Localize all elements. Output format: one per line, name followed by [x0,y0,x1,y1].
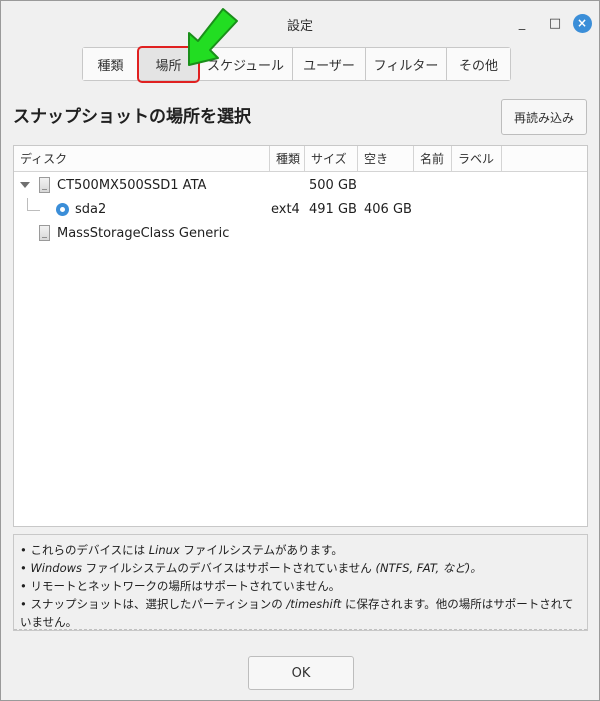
window-title: 設定 [286,19,313,34]
column-header-size[interactable]: サイズ [305,146,358,172]
title-bar[interactable]: 設定 _ □ × [1,1,599,43]
tab-bar: 種類 場所 スケジュール ユーザー フィルター その他 [82,47,511,81]
close-icon: × [572,13,592,33]
table-row[interactable]: sda2 ext4 491 GB 406 GB [14,198,587,222]
drive-icon [39,225,50,241]
device-name: CT500MX500SSD1 ATA [57,178,207,193]
tab-filters[interactable]: フィルター [366,48,447,80]
column-header-device[interactable]: ディスク [14,146,270,172]
minimize-button[interactable]: _ [512,13,532,33]
device-table: ディスク 種類 サイズ 空き 名前 ラベル CT500MX500SSD1 ATA… [13,145,588,527]
tree-connector [27,198,40,211]
minimize-icon: _ [518,15,526,31]
info-notes: • これらのデバイスには Linux ファイルシステムがあります。 • Wind… [13,534,588,631]
note-windows: • Windows ファイルシステムのデバイスはサポートされていません (NTF… [20,561,482,575]
table-row[interactable]: MassStorageClass Generic [14,222,587,246]
notes-divider [14,628,587,630]
ok-button[interactable]: OK [248,656,354,690]
device-name: MassStorageClass Generic [57,226,230,241]
drive-icon [39,177,50,193]
tab-misc[interactable]: その他 [447,48,510,80]
partition-size: 491 GB [309,202,357,217]
tab-location[interactable]: 場所 [139,48,199,80]
partition-name: sda2 [75,202,107,217]
note-timeshift: • スナップショットは、選択したパーティションの /timeshift に保存さ… [20,597,574,629]
table-header: ディスク 種類 サイズ 空き 名前 ラベル [14,146,587,172]
reload-button[interactable]: 再読み込み [501,99,587,135]
settings-window: 設定 _ □ × 種類 場所 スケジュール ユーザー フィルター その他 スナッ… [0,0,600,701]
maximize-icon: □ [548,15,562,31]
radio-selected-icon[interactable] [56,203,69,216]
partition-free: 406 GB [364,202,412,217]
page-title: スナップショットの場所を選択 [13,107,251,127]
device-size: 500 GB [309,178,357,193]
note-linux: • これらのデバイスには Linux ファイルシステムがあります。 [20,543,343,557]
expander-icon[interactable] [20,182,30,188]
column-header-label[interactable]: ラベル [452,146,502,172]
tab-users[interactable]: ユーザー [293,48,366,80]
partition-type: ext4 [271,202,300,217]
table-row[interactable]: CT500MX500SSD1 ATA 500 GB [14,174,587,198]
column-header-free[interactable]: 空き [358,146,414,172]
tab-schedule[interactable]: スケジュール [199,48,293,80]
tab-type[interactable]: 種類 [83,48,139,80]
column-header-type[interactable]: 種類 [270,146,305,172]
column-header-name[interactable]: 名前 [414,146,452,172]
close-button[interactable]: × [572,13,592,33]
maximize-button[interactable]: □ [545,13,565,33]
note-remote: • リモートとネットワークの場所はサポートされていません。 [20,579,341,593]
